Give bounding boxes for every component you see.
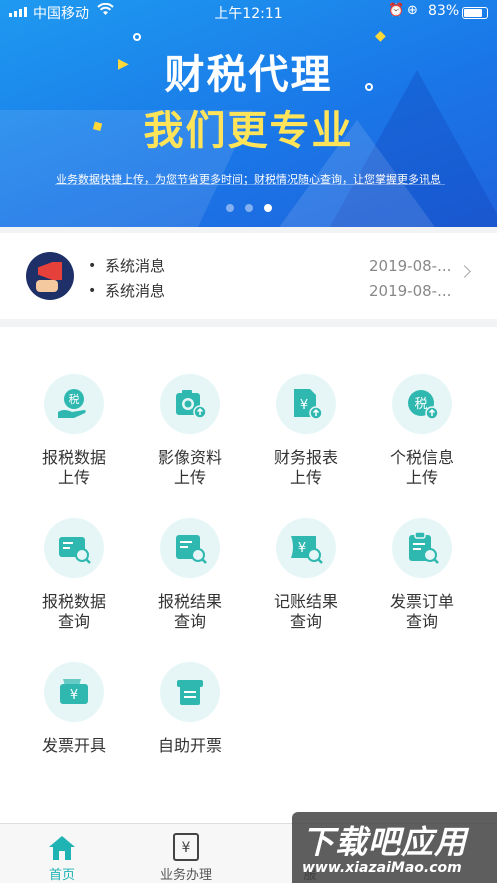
camera-upload-icon [160, 374, 220, 434]
banner-divider [55, 184, 445, 185]
service-label: 查询 [405, 612, 438, 631]
yen-document-icon: ¥ [124, 824, 248, 862]
service-financial-report-upload[interactable]: ¥ 财务报表 上传 [256, 374, 356, 488]
service-label: 发票订单 [389, 592, 454, 611]
invoice-order-query-icon [392, 518, 452, 578]
yen-glyph: ¥ [298, 541, 306, 556]
notification-list: • 系统消息 • 系统消息 [88, 253, 165, 303]
ring-decor [133, 33, 141, 41]
tab-home[interactable]: 首页 [0, 824, 124, 883]
bullet: • [88, 282, 97, 299]
tax-upload-icon: 税 [44, 374, 104, 434]
battery-percent: 83% [428, 3, 460, 19]
notification-date: 2019-08-... [369, 281, 452, 300]
service-label: 个税信息 [389, 448, 454, 467]
status-bar: 中国移动 上午12:11 ⏰ ⊕ 83% [0, 0, 497, 24]
notification-item[interactable]: • 系统消息 [88, 253, 165, 278]
service-label: 上传 [173, 468, 206, 487]
chevron-right-icon[interactable] [458, 265, 471, 278]
service-label: 上传 [405, 468, 438, 487]
notification-panel[interactable]: • 系统消息 • 系统消息 2019-08-... 2019-08-... [0, 233, 497, 319]
notification-dates: 2019-08-... 2019-08-... [369, 253, 451, 303]
tab-label: 首页 [48, 868, 75, 883]
personal-tax-upload-icon: 税 [392, 374, 452, 434]
service-label: 报税数据 [41, 448, 106, 467]
carousel-dot[interactable] [225, 204, 234, 212]
service-tax-data-query[interactable]: 报税数据 查询 [24, 518, 124, 632]
tab-label: 业务办理 [159, 868, 212, 883]
banner-subtitle: 我们更专业 [143, 108, 354, 154]
service-invoice-issue[interactable]: ¥ 发票开具 [24, 662, 124, 756]
service-label: 财务报表 [273, 448, 338, 467]
tax-glyph: 税 [69, 392, 80, 406]
invoice-issue-icon: ¥ [44, 662, 104, 722]
service-label: 影像资料 [157, 448, 222, 467]
tax-glyph: 税 [414, 397, 427, 412]
notification-date: 2019-08-... [369, 256, 452, 275]
rotation-lock-icon: ⊕ [407, 3, 418, 18]
service-label: 上传 [289, 468, 322, 487]
tax-query-icon [44, 518, 104, 578]
service-self-invoicing[interactable]: 自助开票 [140, 662, 240, 756]
tab-business[interactable]: ¥ 业务办理 [124, 824, 248, 883]
service-label: 查询 [173, 612, 206, 631]
yen-glyph: ¥ [300, 398, 308, 413]
service-grid: 税 报税数据 上传 影像资料 上传 ¥ 财务报表 上传 税 个税信息 上传 报税… [0, 327, 497, 823]
report-upload-icon: ¥ [276, 374, 336, 434]
notification-text: 系统消息 [105, 257, 166, 275]
battery-icon [462, 7, 488, 19]
service-personal-tax-upload[interactable]: 税 个税信息 上传 [372, 374, 472, 488]
service-label: 上传 [57, 468, 90, 487]
watermark: 下载吧应用 www.xiazaiMao.com [292, 812, 497, 883]
service-tax-result-query[interactable]: 报税结果 查询 [140, 518, 240, 632]
service-label: 记账结果 [273, 592, 338, 611]
service-label: 查询 [57, 612, 90, 631]
carousel-dot[interactable] [244, 204, 253, 212]
self-invoice-icon [160, 662, 220, 722]
service-label: 自助开票 [157, 736, 222, 755]
service-tax-data-upload[interactable]: 税 报税数据 上传 [24, 374, 124, 488]
carousel-indicator[interactable] [0, 204, 497, 212]
service-label: 查询 [289, 612, 322, 631]
banner-carousel[interactable]: ▶ ◆ ◆ 财税代理 我们更专业 业务数据快捷上传，为您节省更多时间；财税情况随… [0, 0, 497, 227]
service-label: 报税结果 [157, 592, 222, 611]
notification-item[interactable]: • 系统消息 [88, 278, 165, 303]
notification-text: 系统消息 [105, 282, 166, 300]
banner-title: 财税代理 [164, 52, 333, 98]
yen-glyph: ¥ [182, 840, 191, 856]
clock: 上午12:11 [214, 6, 283, 22]
yen-glyph: ¥ [70, 688, 78, 703]
service-invoice-order-query[interactable]: 发票订单 查询 [372, 518, 472, 632]
home-icon [0, 824, 124, 862]
megaphone-icon [26, 252, 74, 300]
tax-result-query-icon [160, 518, 220, 578]
carousel-dot-active[interactable] [263, 204, 272, 212]
service-label: 报税数据 [41, 592, 106, 611]
service-label: 发票开具 [41, 736, 106, 755]
alarm-icon: ⏰ [388, 3, 405, 18]
service-bookkeeping-query[interactable]: ¥ 记账结果 查询 [256, 518, 356, 632]
watermark-url: www.xiazaiMao.com [302, 860, 462, 876]
bullet: • [88, 257, 97, 274]
service-image-upload[interactable]: 影像资料 上传 [140, 374, 240, 488]
watermark-brand: 下载吧应用 [302, 823, 468, 861]
bookkeeping-query-icon: ¥ [276, 518, 336, 578]
